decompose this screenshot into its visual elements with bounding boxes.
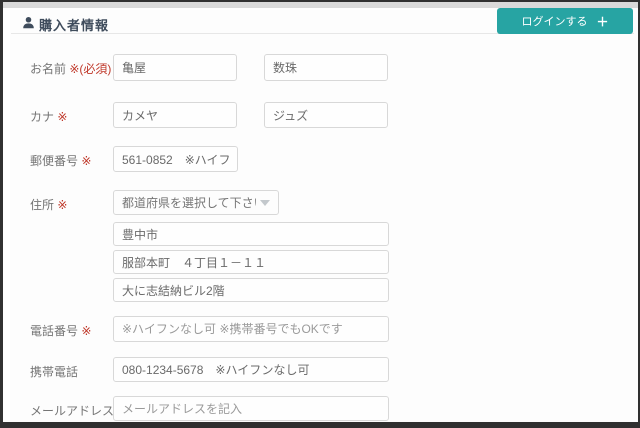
last-name-input[interactable] [113, 54, 237, 81]
login-button[interactable]: ログインする ＋ [497, 8, 633, 34]
chevron-down-icon [260, 199, 270, 206]
mobile-label: 携帯電話 [30, 365, 79, 379]
postal-code-input[interactable] [113, 146, 238, 172]
required-mark: ※ [57, 110, 68, 124]
prefecture-select-value: 都道府県を選択して下さい [122, 196, 256, 210]
required-mark: ※ [81, 154, 92, 168]
kana-first-input[interactable] [264, 102, 388, 128]
building-input[interactable] [113, 278, 389, 302]
mobile-input[interactable] [113, 357, 389, 382]
prefecture-select[interactable]: 都道府県を選択して下さい [113, 190, 279, 215]
phone-input[interactable] [113, 316, 389, 342]
postal-label: 郵便番号 ※ [30, 154, 92, 168]
required-mark: ※(必須) [69, 62, 112, 76]
screenshot-frame: 購入者情報 ログインする ＋ お名前 ※(必須) カナ ※ 郵便番号 ※ 住所 … [0, 0, 640, 428]
street-input[interactable] [113, 250, 389, 274]
user-icon [22, 16, 35, 29]
required-mark: ※ [57, 198, 68, 212]
address-label: 住所 ※ [30, 198, 68, 212]
section-title: 購入者情報 [39, 18, 110, 33]
required-mark: ※ [81, 324, 92, 338]
email-input[interactable] [113, 396, 389, 421]
login-button-label: ログインする [521, 16, 588, 28]
kana-last-input[interactable] [113, 102, 237, 128]
purchaser-info-panel: 購入者情報 ログインする ＋ お名前 ※(必須) カナ ※ 郵便番号 ※ 住所 … [3, 8, 638, 422]
name-label: お名前 ※(必須) [30, 62, 112, 76]
kana-label: カナ ※ [30, 110, 68, 124]
first-name-input[interactable] [264, 54, 388, 81]
phone-label: 電話番号 ※ [30, 324, 92, 338]
plus-icon: ＋ [596, 14, 609, 29]
city-input[interactable] [113, 222, 389, 246]
